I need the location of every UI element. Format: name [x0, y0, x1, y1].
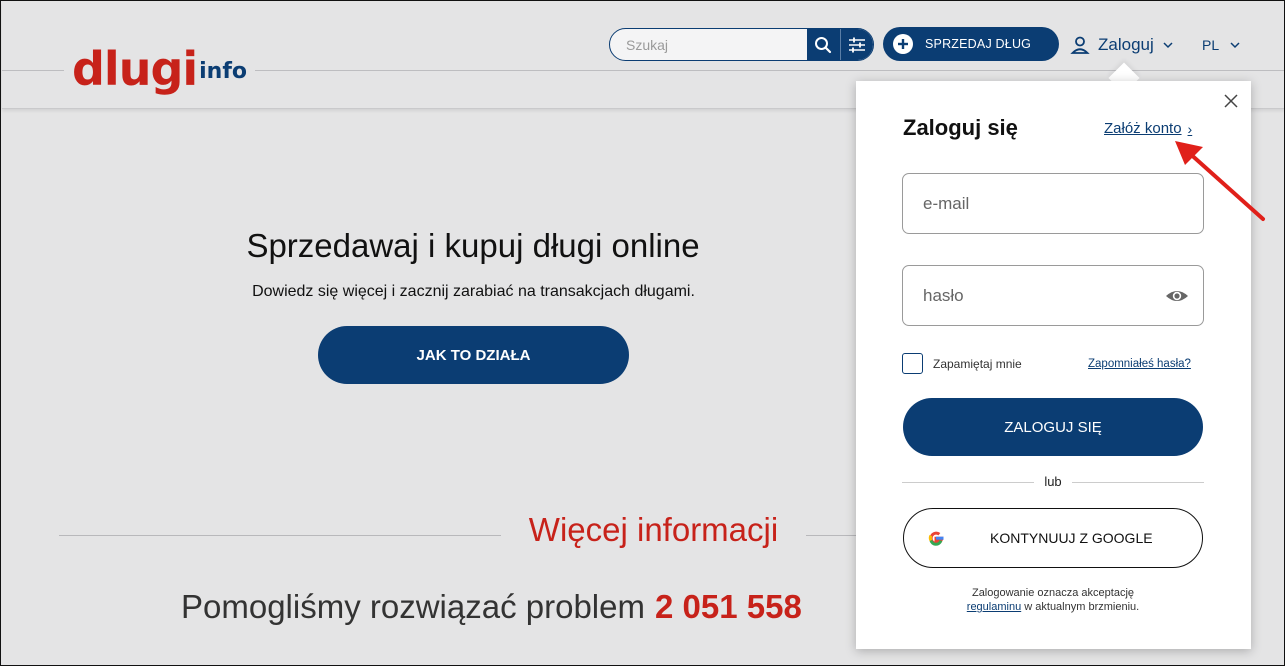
chevron-right-icon: › [1187, 120, 1193, 137]
plus-circle-icon [893, 34, 913, 54]
create-account-link[interactable]: Załóż konto › [1104, 120, 1192, 137]
terms-link[interactable]: regulaminu [967, 601, 1021, 613]
password-field-container [902, 265, 1204, 326]
google-login-button[interactable]: KONTYNUUJ Z GOOGLE [903, 508, 1203, 568]
close-button[interactable] [1220, 90, 1242, 112]
search-input[interactable] [610, 29, 807, 60]
search-button[interactable] [807, 29, 841, 60]
helped-text: Pomogliśmy rozwiązać problem [181, 588, 645, 625]
google-icon [928, 531, 944, 546]
site-logo[interactable]: dlugi info [64, 22, 256, 96]
google-login-label: KONTYNUUJ Z GOOGLE [990, 530, 1153, 546]
logo-sub-text: info [199, 59, 248, 84]
browser-viewport: dlugi info Szukaj SPRZEDAJ DŁUG Zaloguj … [0, 0, 1285, 666]
remember-me-label: Zapamiętaj mnie [933, 356, 1022, 371]
or-separator: lub [1044, 474, 1062, 489]
sliders-icon [848, 37, 865, 52]
remember-me-checkbox[interactable] [902, 353, 923, 374]
more-info-heading: Więcej informacji [528, 511, 779, 548]
terms-notice: Zalogowanie oznacza akceptację regulamin… [902, 586, 1204, 614]
terms-line-2-text: w aktualnym brzmieniu. [1024, 601, 1140, 613]
login-menu-label: Zaloguj [1098, 35, 1154, 54]
remember-me[interactable]: Zapamiętaj mnie [902, 353, 1022, 374]
login-submit-button[interactable]: ZALOGUJ SIĘ [903, 398, 1203, 456]
chevron-down-icon [1163, 42, 1173, 49]
login-title: Zaloguj się [903, 115, 1018, 140]
helped-count: 2 051 558 [654, 588, 802, 625]
helped-counter: Pomogliśmy rozwiązać problem 2 051 558 [181, 588, 802, 626]
login-menu-toggle[interactable]: Zaloguj [1070, 32, 1174, 58]
divider-line [902, 482, 1034, 483]
chevron-down-icon [1230, 42, 1240, 49]
terms-line-1: Zalogowanie oznacza akceptację [971, 587, 1135, 599]
sell-debt-label: SPRZEDAJ DŁUG [925, 37, 1032, 51]
terms-line-2: regulaminu w aktualnym brzmieniu. [902, 600, 1204, 614]
email-field[interactable] [903, 174, 1203, 233]
create-account-label: Załóż konto [1104, 120, 1182, 137]
user-icon [1070, 36, 1090, 54]
language-selector[interactable]: PL [1202, 32, 1241, 58]
eye-icon[interactable] [1165, 285, 1189, 307]
hero-title: Sprzedawaj i kupuj długi online [246, 227, 700, 264]
sell-debt-button[interactable]: SPRZEDAJ DŁUG [883, 27, 1059, 61]
hero-subtitle: Dowiedz się więcej i zacznij zarabiać na… [252, 283, 695, 300]
logo-main-text: dlugi [72, 42, 198, 96]
password-field[interactable] [903, 266, 1203, 325]
how-it-works-button[interactable]: JAK TO DZIAŁA [318, 326, 629, 384]
filter-button[interactable] [840, 29, 873, 60]
forgot-password-link[interactable]: Zapomniałeś hasła? [1088, 358, 1191, 370]
search-bar [609, 28, 874, 61]
search-icon [815, 36, 832, 53]
login-popover: Zaloguj się Załóż konto › Zapamiętaj mni… [856, 81, 1251, 649]
divider-line [59, 535, 501, 536]
close-icon [1224, 94, 1238, 108]
language-label: PL [1202, 37, 1220, 53]
divider-line [1072, 482, 1204, 483]
email-field-container [902, 173, 1204, 234]
